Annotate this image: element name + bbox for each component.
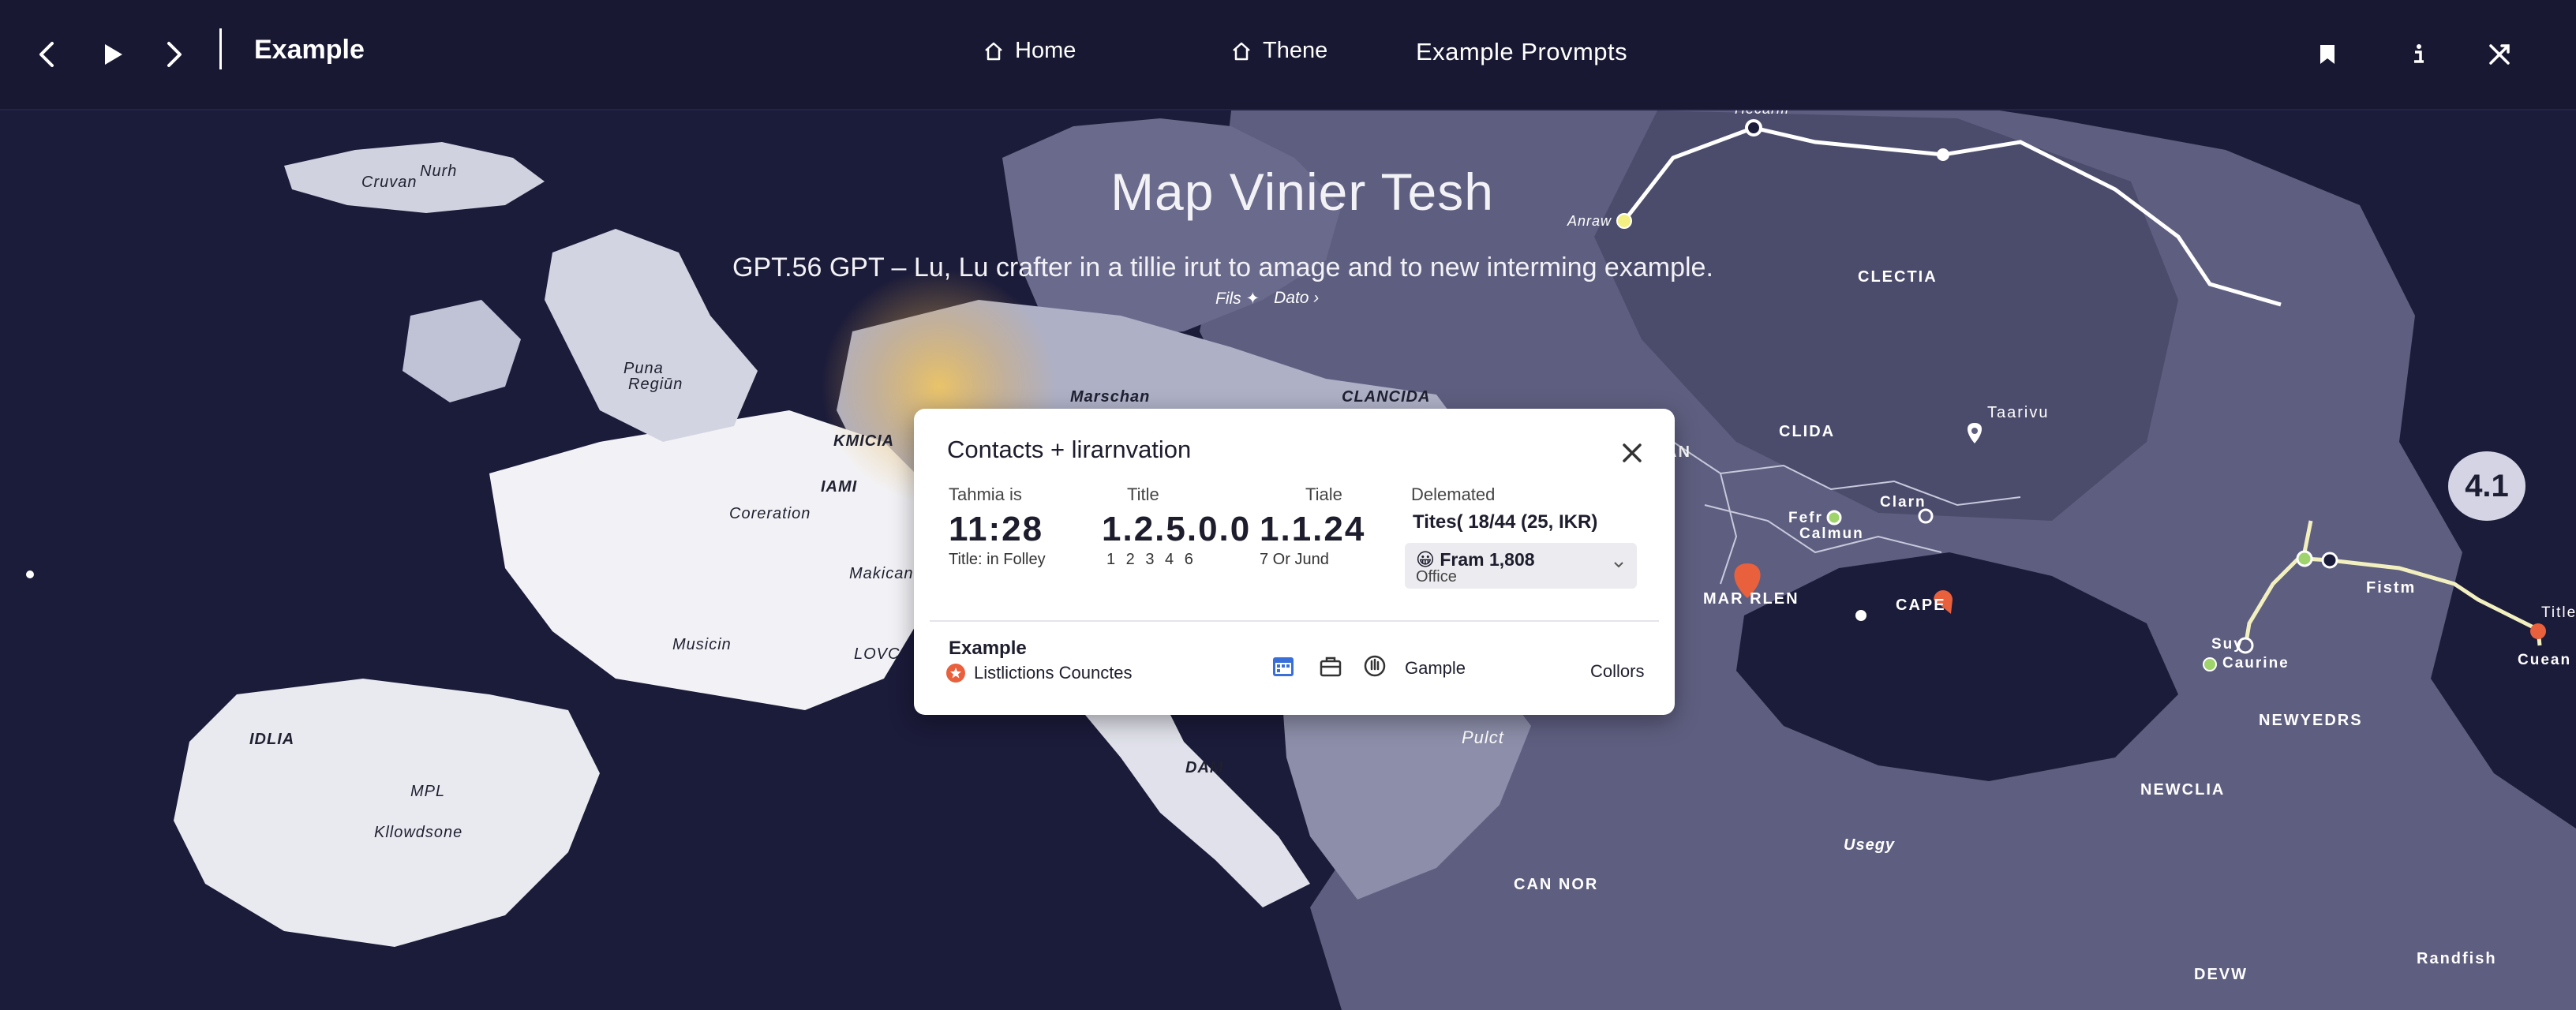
destination-pin[interactable] <box>2530 623 2546 639</box>
column-header: Tiale <box>1305 484 1342 504</box>
route-node[interactable] <box>2321 552 2338 569</box>
nav-theme-label: Thene <box>1263 38 1328 63</box>
calendar-icon[interactable] <box>1271 653 1296 679</box>
contacts-info-card: Contacts + lirarnvation Tahmia is 11:28 … <box>914 409 1675 715</box>
map-label: MPL <box>410 783 446 800</box>
column-value: 1.2.5.0.0 <box>1102 510 1252 548</box>
location-marker[interactable] <box>1918 508 1934 524</box>
home-icon <box>1233 42 1250 60</box>
map-label: CLECTIA <box>1858 268 1938 286</box>
hand-icon[interactable] <box>1362 653 1387 679</box>
star-marker <box>26 570 34 578</box>
map-label: KMICIA <box>833 432 895 450</box>
map-label: DEVW <box>2194 966 2248 983</box>
back-arrow-icon[interactable] <box>27 35 66 74</box>
map-label: Randfish <box>2417 950 2497 967</box>
bookmark-icon[interactable] <box>2308 35 2347 74</box>
info-icon[interactable] <box>2399 35 2439 74</box>
map-label: Fefr <box>1788 510 1823 526</box>
toolbar-divider <box>219 28 222 69</box>
location-marker[interactable] <box>1826 510 1842 526</box>
map-label: Musicin <box>672 636 732 653</box>
card-divider <box>930 620 1659 622</box>
column-header: Tahmia is <box>949 484 1022 504</box>
column-header: Title <box>1127 484 1159 504</box>
map-label: Clarn <box>1880 494 1926 511</box>
nav-home-label: Home <box>1015 38 1076 63</box>
footer-label: Example <box>949 638 1027 659</box>
location-marker[interactable] <box>1855 610 1866 621</box>
route-node[interactable] <box>1937 148 1949 161</box>
listlictions-link[interactable]: Listlictions Counctes <box>945 663 1133 683</box>
collors-action[interactable]: Collors <box>1590 661 1644 682</box>
filter-files[interactable]: Fils ✦ <box>1215 289 1260 309</box>
map-title: Map Vinier Tesh <box>1110 163 1494 221</box>
map-label: CLANCIDA <box>1342 388 1431 406</box>
zoom-level-badge[interactable]: 4.1 <box>2448 451 2525 521</box>
map-label: Coreration <box>729 505 811 522</box>
home-icon <box>985 42 1002 60</box>
map-label: IAMI <box>821 478 858 496</box>
map-label: Calmun <box>1799 526 1864 542</box>
app-title: Example <box>254 35 365 65</box>
column-value: 1.1.24 <box>1260 510 1366 548</box>
map-label: Taarivu <box>1987 404 2050 421</box>
map-label: Fistm <box>2366 579 2417 597</box>
column-sub: Title: in Folley <box>949 551 1046 568</box>
play-icon[interactable] <box>93 35 133 74</box>
route-node[interactable] <box>2203 657 2217 671</box>
gample-action[interactable]: Gample <box>1405 658 1466 679</box>
close-icon[interactable] <box>1616 437 1648 469</box>
map-label: Regiūn <box>628 376 683 393</box>
column-sub: 1 2 3 4 6 <box>1106 551 1193 568</box>
map-label: CLIDA <box>1779 423 1836 440</box>
column-sub: 7 Or Jund <box>1260 551 1329 568</box>
office-select[interactable]: 😀 Fram 1,808 Office <box>1405 543 1637 589</box>
map-label: LOVC <box>854 645 900 663</box>
route-node[interactable] <box>1745 119 1762 137</box>
map-label: Makican <box>849 565 914 582</box>
nav-example-prompts[interactable]: Example Provmpts <box>1416 38 1627 66</box>
chevron-down-icon <box>1612 557 1626 575</box>
map-subtitle: GPT.56 GPT – Lu, Lu crafter in a tillie … <box>732 252 1713 282</box>
map-label: NEWYEDRS <box>2259 712 2363 729</box>
nav-theme[interactable]: Thene <box>1231 38 1327 64</box>
card-title: Contacts + lirarnvation <box>947 436 1192 463</box>
route-node[interactable] <box>2296 550 2313 567</box>
delemated-header: Delemated <box>1411 484 1496 504</box>
map-label: DAM <box>1185 759 1224 776</box>
map-label: CAN NOR <box>1514 876 1599 893</box>
select-value: 😀 Fram 1,808 <box>1416 549 1535 570</box>
map-label: CAPE <box>1896 597 1946 614</box>
map-label: Usegy <box>1844 836 1896 854</box>
delemated-info: Tites( 18/44 (25, IKR) <box>1413 511 1598 533</box>
map-label: Suy <box>2211 636 2244 653</box>
filter-date[interactable]: Dato › <box>1274 289 1319 309</box>
map-filters: Fils ✦ Dato › <box>1215 289 1319 309</box>
map-label: Kllowdsone <box>374 824 463 841</box>
map-label: Cuean <box>2518 652 2572 668</box>
briefcase-icon[interactable] <box>1318 653 1343 679</box>
expand-icon[interactable] <box>2480 35 2519 74</box>
forward-arrow-icon[interactable] <box>155 35 194 74</box>
listlictions-label: Listlictions Counctes <box>974 663 1133 683</box>
column-value: 11:28 <box>949 510 1044 548</box>
select-sub: Office <box>1416 568 1457 585</box>
nav-home[interactable]: Home <box>983 38 1076 64</box>
nav-example-prompts-label: Example Provmpts <box>1416 38 1628 65</box>
map-label: NEWCLIA <box>2140 781 2226 799</box>
map-label: Title <box>2541 604 2576 621</box>
map-label: Pulct <box>1462 728 1504 747</box>
pin-center <box>1971 428 1978 434</box>
map-label: Caurine <box>2222 655 2290 671</box>
top-bar: Example Home Thene Example Provmpts <box>0 0 2576 110</box>
map-label: Marschan <box>1070 388 1151 406</box>
map-label: MAR RLEN <box>1703 590 1799 608</box>
map-label: IDLIA <box>249 731 295 748</box>
star-badge-icon <box>946 664 965 683</box>
